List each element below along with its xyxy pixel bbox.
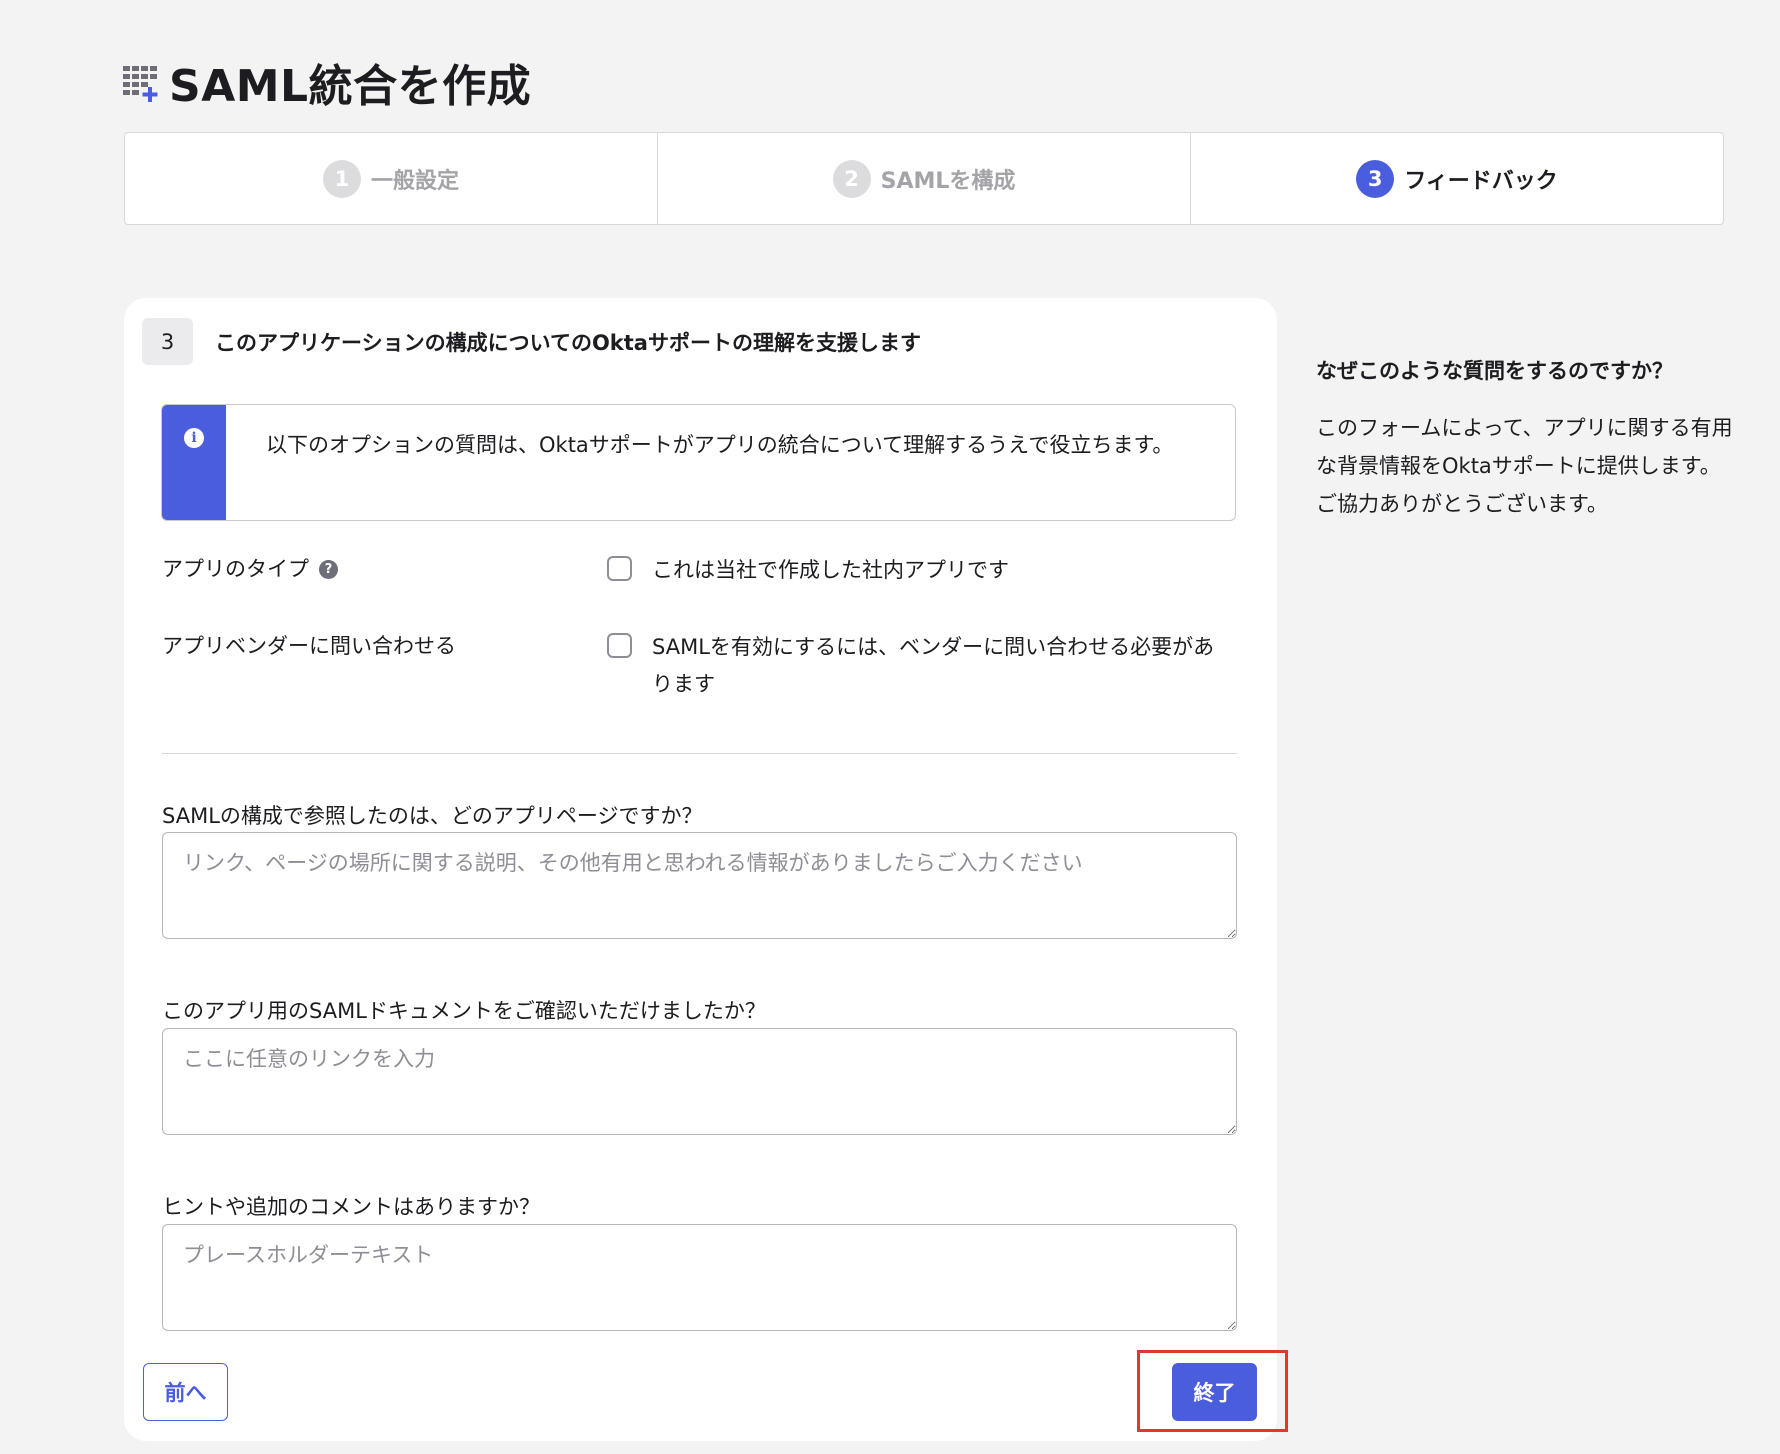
internal-app-checkbox[interactable] [607,556,632,581]
page-title: SAML統合を作成 [169,61,532,112]
divider [162,753,1237,754]
help-aside: なぜこのような質問をするのですか？ このフォームによって、アプリに関する有用な背… [1316,355,1736,523]
question-label-saml-docs: このアプリ用のSAMLドキュメントをご確認いただけましたか？ [162,999,766,1023]
question-label-comments: ヒントや追加のコメントはありますか？ [162,1195,540,1219]
step-configure-saml: 2 SAMLを構成 [658,133,1191,224]
internal-app-checkbox-label[interactable]: これは当社で作成した社内アプリです [652,552,1009,589]
previous-button[interactable]: 前へ [143,1363,228,1421]
stepper: 1 一般設定 2 SAMLを構成 3 フィードバック [124,132,1724,225]
vendor-contact-checkbox-label[interactable]: SAMLを有効にするには、ベンダーに問い合わせる必要があります [652,629,1227,703]
step-feedback: 3 フィードバック [1191,133,1723,224]
app-type-label: アプリのタイプ [162,557,309,581]
page-header: SAML統合を作成 [123,50,531,114]
section-title: このアプリケーションの構成についてのOktaサポートの理解を支援します [215,330,921,355]
step-label: SAMLを構成 [880,168,1016,194]
step-label: フィードバック [1404,168,1558,194]
info-icon: i [184,428,204,448]
callout-bar: i [162,405,226,520]
saml-docs-textarea[interactable] [162,1028,1237,1135]
app-page-textarea[interactable] [162,832,1237,939]
question-icon[interactable]: ? [319,560,338,579]
section-header: 3 このアプリケーションの構成についてのOktaサポートの理解を支援します [142,318,921,365]
feedback-card: 3 このアプリケーションの構成についてのOktaサポートの理解を支援します i … [124,298,1288,1441]
vendor-contact-checkbox-group[interactable]: SAMLを有効にするには、ベンダーに問い合わせる必要があります [607,629,1227,703]
aside-text: このフォームによって、アプリに関する有用な背景情報をOktaサポートに提供します… [1316,416,1733,516]
app-type-label-group: アプリのタイプ ? [162,552,607,589]
vendor-contact-label: アプリベンダーに問い合わせる [162,634,456,658]
comments-textarea[interactable] [162,1224,1237,1331]
page: SAML統合を作成 1 一般設定 2 SAMLを構成 3 フィードバック 3 こ… [0,0,1780,1454]
vendor-contact-row: アプリベンダーに問い合わせる SAMLを有効にするには、ベンダーに問い合わせる必… [162,629,1227,703]
step-general-settings: 1 一般設定 [125,133,658,224]
question-label-app-page: SAMLの構成で参照したのは、どのアプリページですか？ [162,804,703,828]
app-type-checkbox-group[interactable]: これは当社で作成した社内アプリです [607,552,1227,589]
info-callout: i 以下のオプションの質問は、Oktaサポートがアプリの統合について理解するうえ… [161,404,1236,521]
app-type-row: アプリのタイプ ? これは当社で作成した社内アプリです [162,552,1227,589]
step-number: 1 [322,159,361,198]
vendor-contact-checkbox[interactable] [607,633,632,658]
section-number: 3 [142,318,193,365]
step-label: 一般設定 [370,168,459,194]
app-grid-add-icon [123,62,161,102]
aside-title: なぜこのような質問をするのですか？ [1316,359,1673,383]
step-number: 2 [832,159,871,198]
step-number: 3 [1356,159,1395,198]
callout-text: 以下のオプションの質問は、Oktaサポートがアプリの統合について理解するうえで役… [266,433,1174,457]
finish-button[interactable]: 終了 [1172,1363,1257,1421]
